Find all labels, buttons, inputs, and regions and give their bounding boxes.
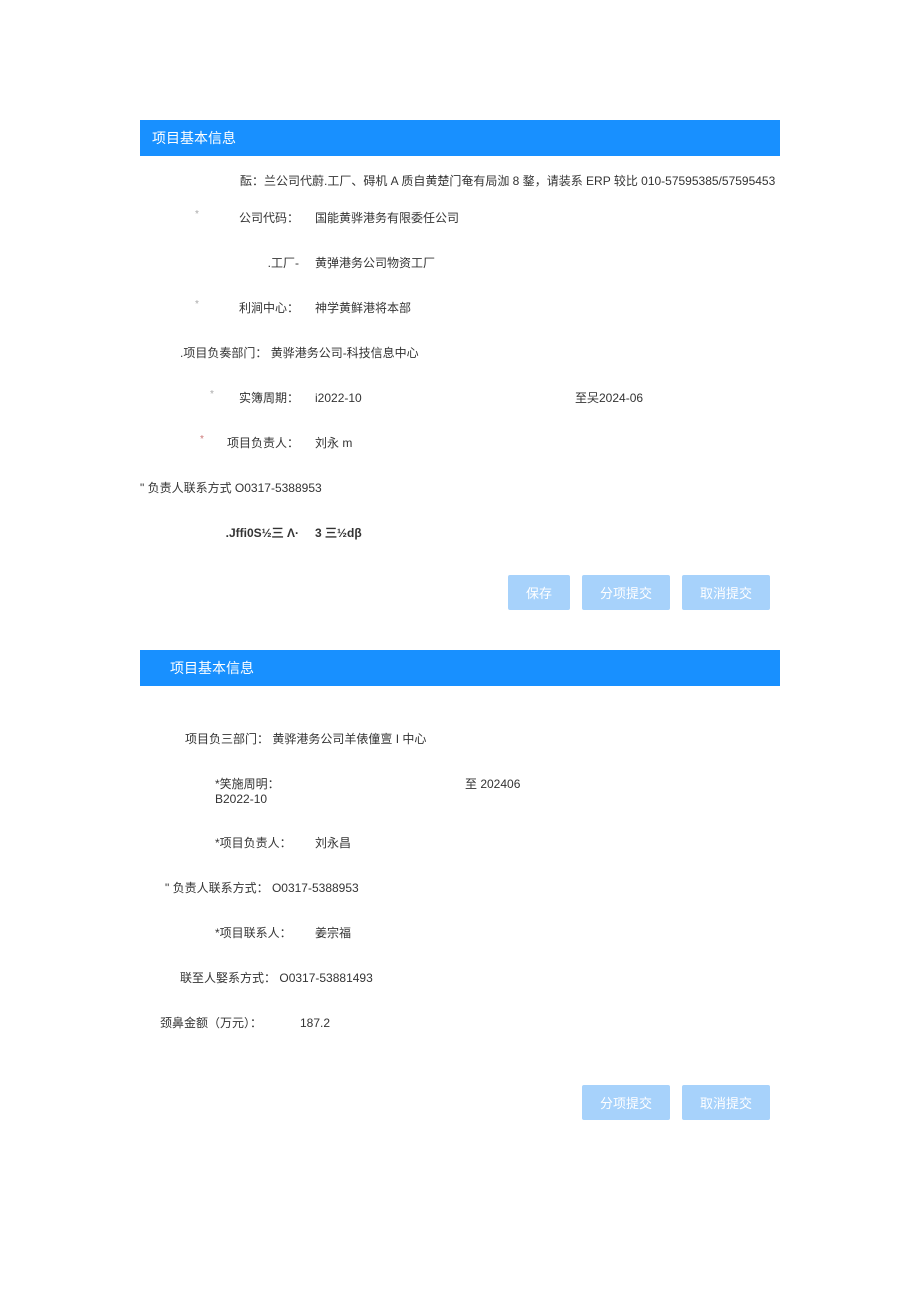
row-leader-2: *项目负责人： 刘永昌 <box>140 820 780 865</box>
submit-button-2[interactable]: 分项提交 <box>582 1085 670 1120</box>
value-dept: 黄骅港务公司-科技信息中心 <box>271 346 419 360</box>
label-contact-2: *项目联系人： <box>140 924 305 941</box>
row-profit-center: * 利涧中心： 神学黄鲜港将本部 <box>140 285 780 330</box>
asterisk-icon: * <box>210 389 214 400</box>
row-period: * 实簿周期： i2022-10 至㕦2024-06 <box>140 375 780 420</box>
value-company-code: 国能黄骅港务有限委任公司 <box>305 209 459 226</box>
button-row-1: 保存 分项提交 取消提交 <box>0 565 920 620</box>
section-1-body: 酝：兰公司代蔚.工厂、碍机 A 质自黄楚门奄有局泇 8 鍪，请装系 ERP 较比… <box>0 156 920 565</box>
value-leader: 刘永 m <box>305 434 352 451</box>
label-leader: * 项目负责人： <box>140 434 305 451</box>
row-amount: 颈鼻金额（万元）： 187.2 <box>140 1000 780 1045</box>
submit-button[interactable]: 分项提交 <box>582 575 670 610</box>
label-leader-2: *项目负责人： <box>140 834 305 851</box>
label-text: 项目负三部门： <box>185 732 269 746</box>
spacer <box>140 1045 780 1065</box>
value-dept-2: 黄骅港务公司羊俵僮亶 I 中心 <box>272 732 426 746</box>
label-text: .工厂- <box>268 256 299 270</box>
row-period-2: *笑施周明： B2022-10 至 202406 <box>140 761 780 820</box>
section-2-header: 项目基本信息 <box>140 650 780 686</box>
label-text: " 负责人联系方式： <box>165 881 269 895</box>
value-contact-phone-2: O0317-53881493 <box>279 971 372 985</box>
asterisk-icon: * <box>200 434 204 445</box>
label-leader-contact-2: " 负责人联系方式： O0317-5388953 <box>140 879 365 896</box>
label-text: 利涧中心： <box>239 301 299 315</box>
section-2-body: 项目负三部门： 黄骅港务公司羊俵僮亶 I 中心 *笑施周明： B2022-10 … <box>0 686 920 1075</box>
row-dept: .项目负奏部门： 黄骅港务公司-科技信息中心 <box>140 330 780 375</box>
value-profit-center: 神学黄鲜港将本部 <box>305 299 411 316</box>
row-company-code: * 公司代码： 国能黄骅港务有限委任公司 <box>140 195 780 240</box>
label-text: .项目负奏部门： <box>180 346 267 360</box>
cancel-button[interactable]: 取消提交 <box>682 575 770 610</box>
value-amount: 187.2 <box>290 1016 330 1030</box>
save-button[interactable]: 保存 <box>508 575 570 610</box>
label-leader-contact: " 负责人联系方式 O0317-5388953 <box>140 479 322 496</box>
label-text: 联至人婜系方式： <box>180 971 276 985</box>
value-leader-2: 刘永昌 <box>305 834 351 851</box>
row-leader-contact: " 负责人联系方式 O0317-5388953 <box>140 465 780 510</box>
value-period-end-2: 至 202406 <box>305 775 520 792</box>
row-misc: .Jffi0S½三 Λ· 3 三½dβ <box>140 510 780 555</box>
value-misc: 3 三½dβ <box>305 524 362 541</box>
label-text: 实簿周期： <box>239 391 299 405</box>
section-1: 项目基本信息 酝：兰公司代蔚.工厂、碍机 A 质自黄楚门奄有局泇 8 鍪，请装系… <box>0 120 920 620</box>
row-factory: .工厂- 黄弹港务公司物资工厂 <box>140 240 780 285</box>
button-row-2: 分项提交 取消提交 <box>0 1075 920 1130</box>
label-period-2: *笑施周明： B2022-10 <box>140 775 305 806</box>
row-leader-contact-2: " 负责人联系方式： O0317-5388953 <box>140 865 780 910</box>
label-contact-phone-2: 联至人婜系方式： O0317-53881493 <box>140 969 379 986</box>
label-text: 公司代码： <box>239 211 299 225</box>
section-1-header: 项目基本信息 <box>140 120 780 156</box>
asterisk-icon: * <box>195 299 199 310</box>
value-contact-2: 姜宗福 <box>305 924 351 941</box>
value-period-start: i2022-10 <box>305 391 455 405</box>
row-contact-2: *项目联系人： 姜宗福 <box>140 910 780 955</box>
row-contact-phone-2: 联至人婜系方式： O0317-53881493 <box>140 955 780 1000</box>
label-profit-center: * 利涧中心： <box>140 299 305 316</box>
value-period-end: 至㕦2024-06 <box>455 389 643 406</box>
label-period: * 实簿周期： <box>140 389 305 406</box>
label-dept: .项目负奏部门： 黄骅港务公司-科技信息中心 <box>140 344 425 361</box>
label-dept-2: 项目负三部门： 黄骅港务公司羊俵僮亶 I 中心 <box>140 730 432 747</box>
value-leader-contact-2: O0317-5388953 <box>272 881 359 895</box>
section-2: 项目基本信息 项目负三部门： 黄骅港务公司羊俵僮亶 I 中心 *笑施周明： B2… <box>0 650 920 1130</box>
label-text: 项目负责人： <box>227 436 299 450</box>
top-note: 酝：兰公司代蔚.工厂、碍机 A 质自黄楚门奄有局泇 8 鍪，请装系 ERP 较比… <box>140 166 780 195</box>
cancel-button-2[interactable]: 取消提交 <box>682 1085 770 1120</box>
value-factory: 黄弹港务公司物资工厂 <box>305 254 435 271</box>
label-company-code: * 公司代码： <box>140 209 305 226</box>
value-period-start-2: B2022-10 <box>215 792 267 806</box>
row-dept-2: 项目负三部门： 黄骅港务公司羊俵僮亶 I 中心 <box>140 716 780 761</box>
label-text: *笑施周明： <box>215 777 280 791</box>
row-leader: * 项目负责人： 刘永 m <box>140 420 780 465</box>
label-amount: 颈鼻金额（万元）： <box>140 1014 290 1031</box>
label-factory: .工厂- <box>140 254 305 271</box>
asterisk-icon: * <box>195 209 199 220</box>
label-misc: .Jffi0S½三 Λ· <box>140 524 305 541</box>
spacer <box>140 696 780 716</box>
